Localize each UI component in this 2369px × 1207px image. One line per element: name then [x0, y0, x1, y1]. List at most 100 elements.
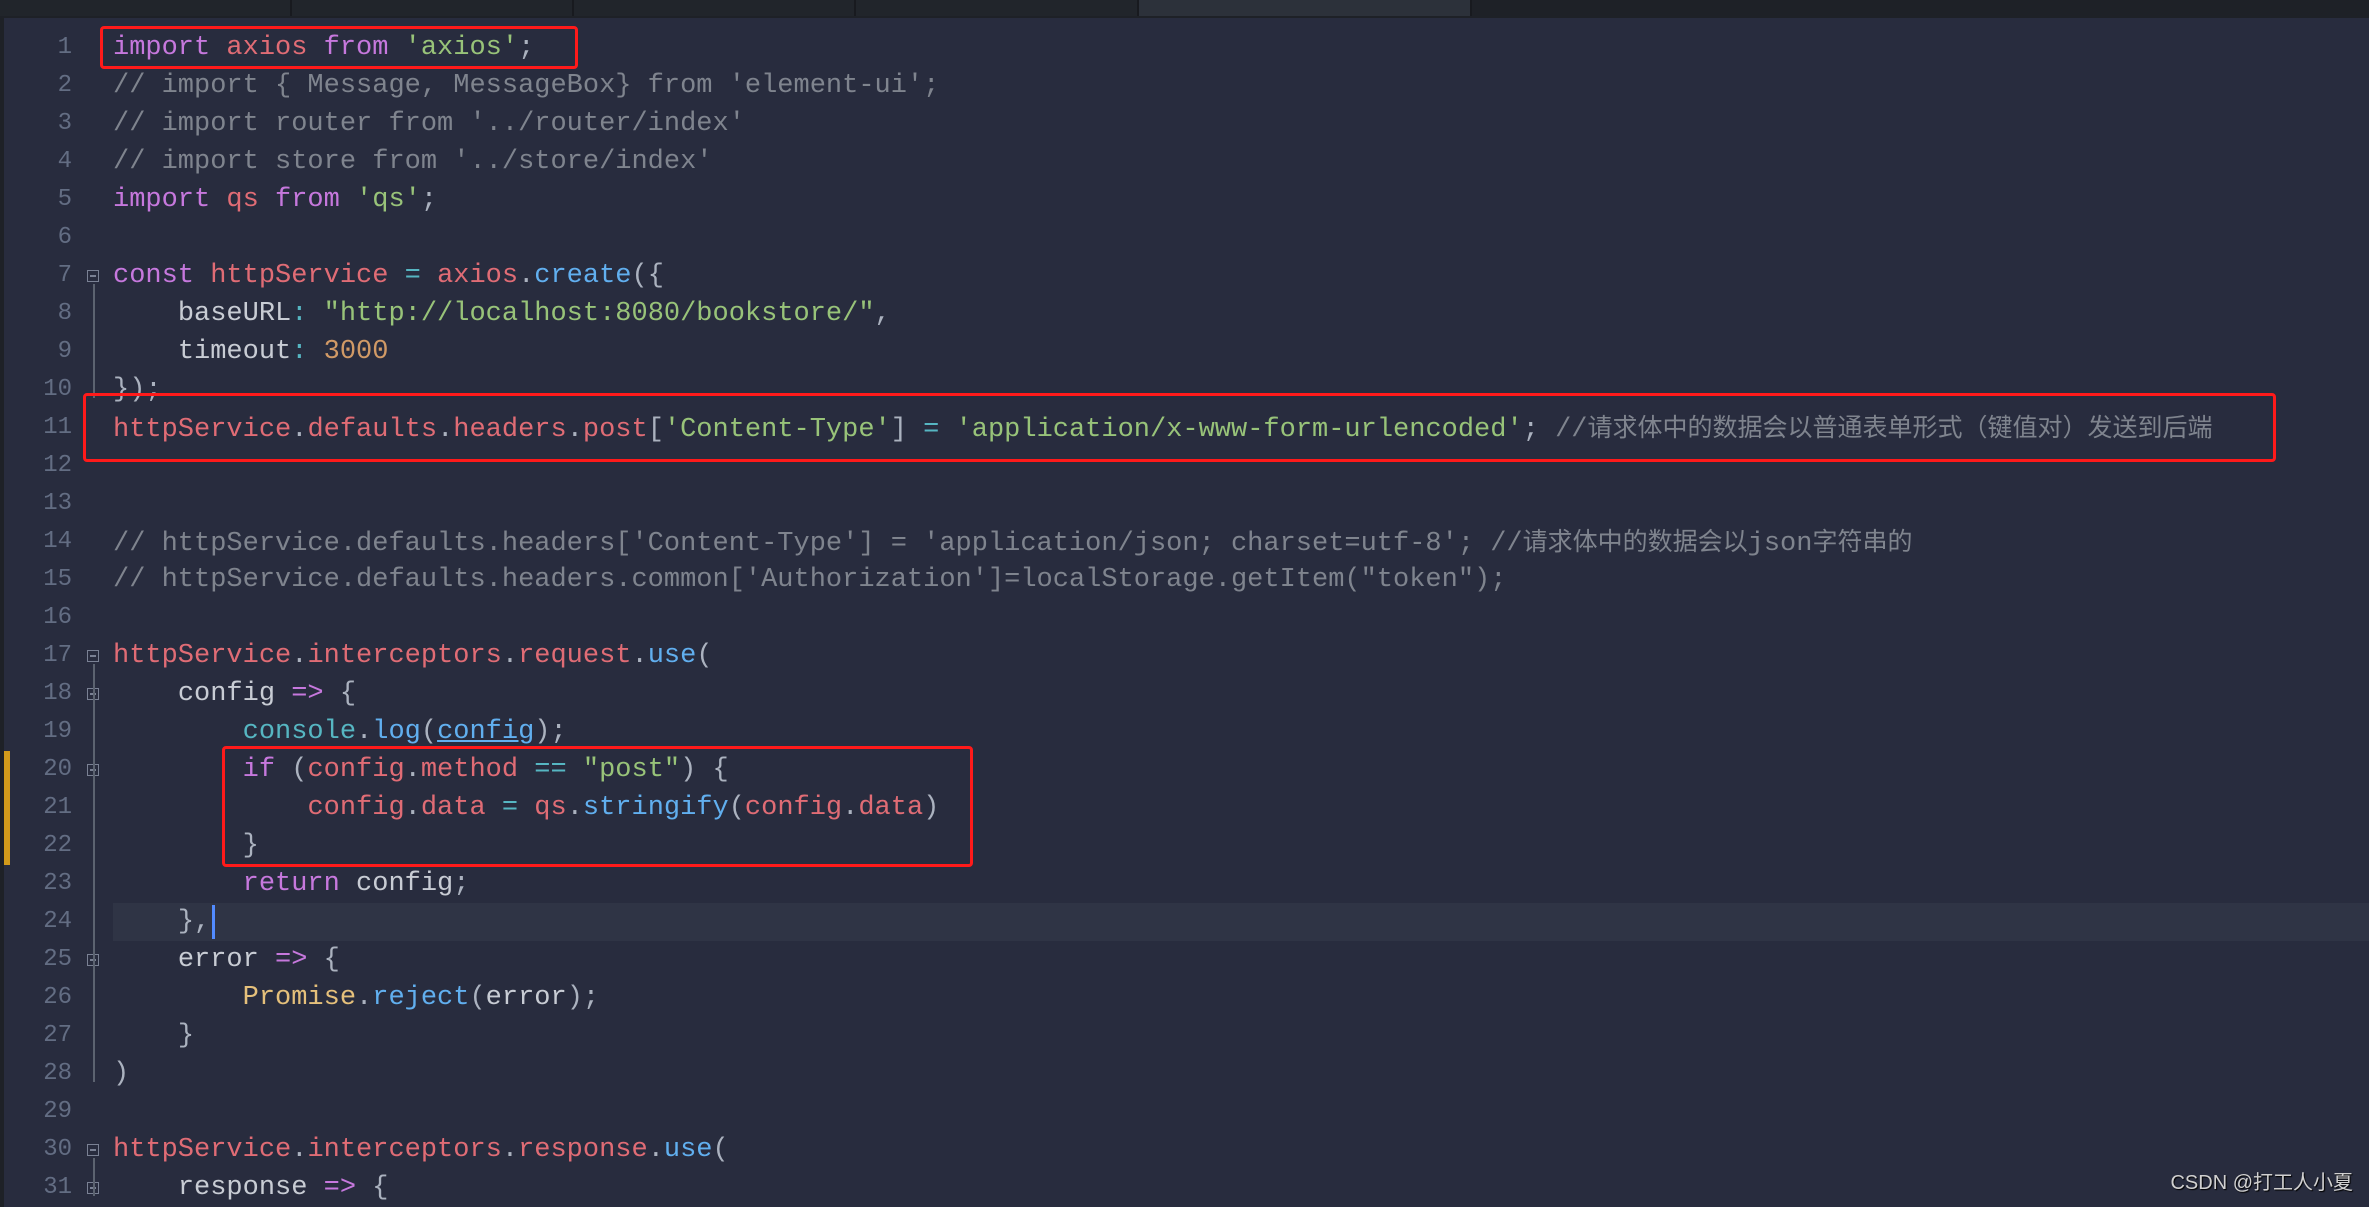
highlight-box-content-type	[83, 393, 2276, 462]
line-number: 9	[57, 338, 72, 365]
code-token: config	[356, 869, 454, 899]
code-token: .	[501, 1135, 519, 1165]
code-token: // import router from '../router/index'	[113, 109, 745, 139]
code-line[interactable]: 14 // httpService.defaults.headers['Conte…	[0, 523, 2369, 561]
code-line[interactable]: 2 // import { Message, MessageBox} from '…	[0, 67, 2369, 105]
code-line[interactable]: 28)	[0, 1055, 2369, 1093]
fold-range-line	[93, 664, 95, 1082]
code-line[interactable]: 7 const httpService = axios.create({	[0, 257, 2369, 295]
code-line[interactable]: 29	[0, 1093, 2369, 1131]
code-token: config	[437, 717, 535, 747]
tab-bar	[0, 0, 2369, 18]
code-token: config	[177, 679, 276, 709]
code-line[interactable]: 25 error => {	[0, 941, 2369, 979]
highlight-box-stringify	[222, 746, 973, 867]
code-token: .	[291, 641, 308, 671]
fold-toggle-icon[interactable]	[87, 650, 99, 662]
code-line[interactable]: 8 baseURL: "http://localhost:8080/bookst…	[0, 295, 2369, 333]
code-line[interactable]: 30 httpService.interceptors.response.use(	[0, 1131, 2369, 1169]
code-text: // import { Message, MessageBox} from 'e…	[113, 67, 939, 105]
code-text: },	[113, 903, 210, 941]
code-line[interactable]: 9 timeout: 3000	[0, 333, 2369, 371]
code-token: (	[712, 1135, 729, 1165]
file-tab[interactable]	[574, 0, 856, 16]
line-number: 29	[43, 1098, 72, 1125]
code-line[interactable]: 5 import qs from 'qs';	[0, 181, 2369, 219]
line-number: 11	[43, 414, 72, 441]
code-token: const	[113, 261, 195, 291]
code-line[interactable]: 26 Promise.reject(error);	[0, 979, 2369, 1017]
line-number: 4	[57, 148, 72, 175]
line-number: 7	[57, 262, 72, 289]
code-token: interceptors	[307, 1135, 502, 1165]
line-number: 12	[43, 452, 72, 479]
code-token: Promise	[242, 983, 357, 1013]
code-token: error	[177, 945, 259, 975]
code-token: {	[339, 679, 357, 709]
code-line[interactable]: 18 config => {	[0, 675, 2369, 713]
code-token: },	[177, 907, 211, 937]
code-line[interactable]: 13	[0, 485, 2369, 523]
line-number: 26	[43, 984, 72, 1011]
code-token: error	[485, 983, 567, 1013]
code-line[interactable]: 3 // import router from '../router/index'	[0, 105, 2369, 143]
code-token: qs	[226, 185, 259, 215]
line-number: 6	[57, 224, 72, 251]
code-text: const httpService = axios.create({	[113, 257, 664, 295]
file-tab[interactable]	[856, 0, 1139, 16]
code-text: // httpService.defaults.headers.common['…	[113, 561, 1506, 599]
code-line[interactable]: 27 }	[0, 1017, 2369, 1055]
code-token: =	[404, 261, 421, 291]
fold-range-line	[93, 1158, 95, 1196]
code-token: .	[291, 1135, 308, 1165]
code-line[interactable]: 15 // httpService.defaults.headers.common…	[0, 561, 2369, 599]
code-token: }	[177, 1021, 195, 1051]
code-text: baseURL: "http://localhost:8080/bookstor…	[113, 295, 891, 333]
line-number: 16	[43, 604, 72, 631]
code-token: ;	[420, 185, 438, 215]
fold-toggle-icon[interactable]	[87, 1144, 99, 1156]
code-line[interactable]: 4 // import store from '../store/index'	[0, 143, 2369, 181]
code-line[interactable]: 17 httpService.interceptors.request.use(	[0, 637, 2369, 675]
code-text: }	[113, 1017, 194, 1055]
file-tab[interactable]	[0, 0, 292, 16]
code-line[interactable]: 6	[0, 219, 2369, 257]
code-text: error => {	[113, 941, 340, 979]
line-number: 15	[43, 566, 72, 593]
file-tab-active[interactable]	[1139, 0, 1472, 16]
code-token: );	[534, 717, 567, 747]
code-line[interactable]: 31 response => {	[0, 1169, 2369, 1207]
code-token: .	[518, 261, 535, 291]
file-tab[interactable]	[292, 0, 574, 16]
line-number: 24	[43, 908, 72, 935]
fold-toggle-icon[interactable]	[87, 270, 99, 282]
code-text: httpService.interceptors.response.use(	[113, 1131, 729, 1169]
code-token: // httpService.defaults.headers.common['…	[113, 565, 1507, 595]
line-number: 18	[43, 680, 72, 707]
line-number: 20	[43, 756, 72, 783]
code-token: .	[647, 1135, 664, 1165]
code-line[interactable]: 16	[0, 599, 2369, 637]
code-text: // import store from '../store/index'	[113, 143, 713, 181]
code-text: return config;	[113, 865, 470, 903]
code-line[interactable]: 23 return config;	[0, 865, 2369, 903]
code-token: // httpService.defaults.headers['Content…	[113, 529, 1523, 559]
code-token: json	[1747, 529, 1813, 559]
code-token: use	[663, 1135, 713, 1165]
code-token: :	[291, 299, 308, 329]
line-number: 28	[43, 1060, 72, 1087]
fold-range-line	[93, 284, 95, 398]
code-line[interactable]: 24 },	[43, 903, 2369, 941]
